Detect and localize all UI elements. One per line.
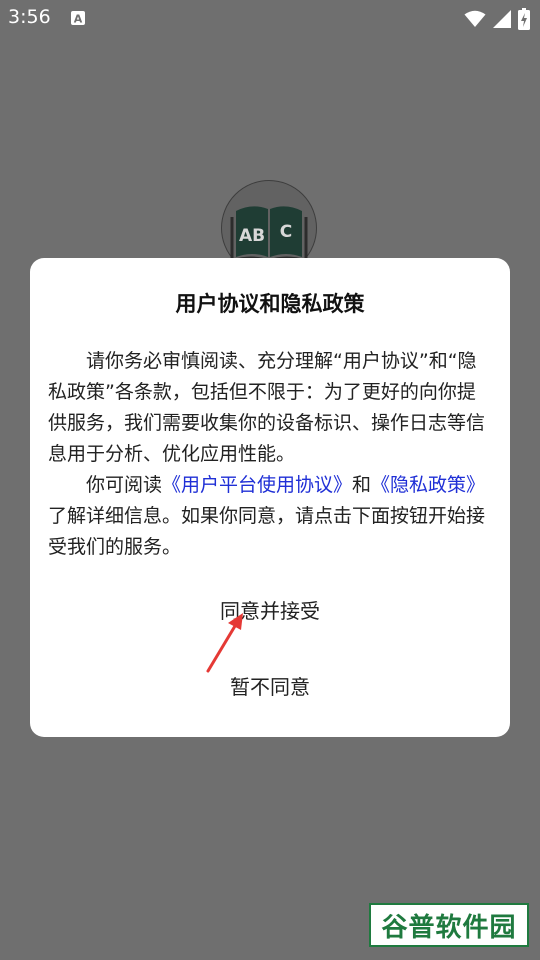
disagree-button[interactable]: 暂不同意 — [195, 670, 345, 704]
dialog-paragraph-1: 请你务必审慎阅读、充分理解“用户协议”和“隐私政策”各条款，包括但不限于：为了更… — [48, 350, 486, 465]
dialog-paragraph-2: 你可阅读《用户平台使用协议》和《隐私政策》了解详细信息。如果你同意，请点击下面按… — [48, 470, 494, 563]
watermark: 谷普软件园 — [369, 903, 529, 947]
user-agreement-link[interactable]: 《用户平台使用协议》 — [162, 474, 352, 496]
wifi-icon — [464, 10, 486, 27]
text-notification-icon: A — [71, 11, 85, 26]
watermark-text: 谷普软件园 — [381, 912, 517, 943]
paragraph-2-suffix: 了解详细信息。如果你同意，请点击下面按钮开始接受我们的服务。 — [48, 505, 486, 558]
svg-text:A: A — [74, 13, 83, 26]
privacy-dialog: 用户协议和隐私政策 请你务必审慎阅读、充分理解“用户协议”和“隐私政策”各条款，… — [30, 258, 510, 737]
dialog-body: 请你务必审慎阅读、充分理解“用户协议”和“隐私政策”各条款，包括但不限于：为了更… — [48, 346, 494, 563]
paragraph-2-prefix: 你可阅读 — [86, 474, 163, 496]
privacy-policy-link[interactable]: 《隐私政策》 — [371, 474, 485, 496]
red-arrow-annotation-icon — [206, 613, 243, 673]
battery-charging-icon — [518, 8, 530, 30]
paragraph-2-and: 和 — [352, 474, 372, 496]
status-bar: 3:56 A — [0, 0, 540, 38]
logo-letters-ab: AB — [239, 226, 265, 246]
dialog-title: 用户协议和隐私政策 — [175, 292, 365, 316]
screen: 3:56 A AB C 用户协议和隐私政策 请你务必审慎阅读、充分理解“用户协议… — [0, 0, 540, 960]
status-right-icons — [464, 8, 530, 30]
status-time: 3:56 — [8, 6, 51, 28]
signal-icon — [493, 10, 511, 28]
logo-letter-c: C — [280, 222, 292, 242]
